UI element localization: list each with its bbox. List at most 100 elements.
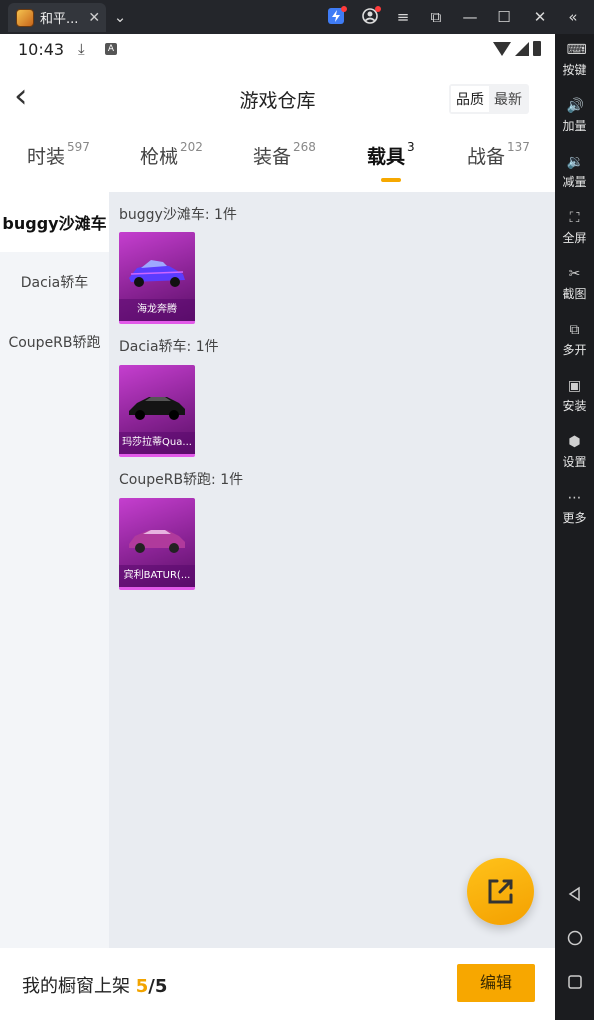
keyboard-icon: ⌨ <box>566 42 587 58</box>
nav-home-icon[interactable] <box>567 930 583 946</box>
tab-count: 137 <box>507 140 530 154</box>
tab-count: 268 <box>293 140 316 154</box>
sort-latest-button[interactable]: 最新 <box>489 86 527 112</box>
app-icon <box>16 8 34 27</box>
item-name: 宾利BATUR(... <box>119 565 195 587</box>
close-window-icon[interactable]: ✕ <box>530 7 550 27</box>
group-title: Dacia轿车: 1件 <box>119 339 219 355</box>
account-icon[interactable] <box>360 6 381 27</box>
scissors-icon: ✂ <box>568 266 581 282</box>
item-card[interactable]: 宾利BATUR(... <box>119 498 195 590</box>
item-card[interactable]: 海龙奔腾 <box>119 232 195 324</box>
item-list: buggy沙滩车: 1件 海龙奔腾 Dacia轿车: 1件 玛莎拉蒂Qua...… <box>109 192 555 948</box>
vehicle-image <box>129 530 185 553</box>
group-title: buggy沙滩车: 1件 <box>119 207 237 223</box>
toolbar-label: 截图 <box>562 287 587 301</box>
sidebar-item-coupe[interactable]: CoupeRB轿跑 <box>0 312 109 372</box>
minimize-icon[interactable]: — <box>460 7 480 27</box>
item-name: 玛莎拉蒂Qua... <box>119 432 195 454</box>
toolbar-more[interactable]: ⋯ 更多 <box>555 490 594 526</box>
toolbar-volume-down[interactable]: 🔉 减量 <box>555 154 594 190</box>
toolbar-volume-up[interactable]: 🔊 加量 <box>555 98 594 134</box>
active-tab-indicator <box>381 178 401 182</box>
vehicle-sidebar: buggy沙滩车 Dacia轿车 CoupeRB轿跑 <box>0 192 109 948</box>
tab-guns[interactable]: 枪械 202 <box>140 140 203 169</box>
tab-label: 战备 <box>467 146 506 168</box>
showcase-current: 5 <box>135 976 149 997</box>
item-name: 海龙奔腾 <box>119 299 195 321</box>
tab-gear[interactable]: 战备 137 <box>467 140 530 169</box>
download-icon: ⤓ <box>78 40 85 58</box>
tab-label: 载具 <box>367 146 406 168</box>
sidebar-item-buggy[interactable]: buggy沙滩车 <box>0 192 109 252</box>
toolbar-label: 减量 <box>562 175 587 189</box>
multi-instance-icon: ⧉ <box>569 322 580 338</box>
volume-down-icon: 🔉 <box>566 154 584 170</box>
toolbar-label: 安装 <box>562 399 587 413</box>
more-icon: ⋯ <box>567 490 582 506</box>
sidebar-item-dacia[interactable]: Dacia轿车 <box>0 252 109 312</box>
status-bar: 10:43 ⤓ A <box>0 34 555 64</box>
tab-label: 时装 <box>27 146 66 168</box>
toolbar-label: 设置 <box>562 455 587 469</box>
toolbar-install[interactable]: ▣ 安装 <box>555 378 594 414</box>
toolbar-settings[interactable]: ⬢ 设置 <box>555 434 594 470</box>
page-header: ‹ 游戏仓库 品质 最新 <box>0 78 555 118</box>
edit-button[interactable]: 编辑 <box>457 964 535 1002</box>
emulator-toolbar: ⌨ 按键 🔊 加量 🔉 减量 ⛶ 全屏 ✂ 截图 ⧉ 多开 ▣ 安装 ⬢ 设置 … <box>555 34 594 1020</box>
sort-quality-button[interactable]: 品质 <box>451 86 489 112</box>
showcase-total: /5 <box>148 976 168 997</box>
toolbar-label: 更多 <box>562 511 587 525</box>
showcase-label: 我的橱窗上架 5/5 <box>22 972 167 998</box>
tab-count: 597 <box>67 140 90 154</box>
signal-icon <box>515 41 529 56</box>
fullscreen-icon: ⛶ <box>569 210 580 226</box>
popout-icon[interactable]: ⧉ <box>426 7 446 27</box>
toolbar-screenshot[interactable]: ✂ 截图 <box>555 266 594 302</box>
notification-a-icon: A <box>105 43 117 55</box>
sort-toggle: 品质 最新 <box>449 84 529 114</box>
collapse-sidebar-icon[interactable]: « <box>563 7 583 27</box>
tab-vehicles[interactable]: 载具 3 <box>367 140 415 169</box>
nav-recents-icon[interactable] <box>567 974 583 990</box>
category-tabs: 时装 597 枪械 202 装备 268 载具 3 战备 137 <box>0 140 555 184</box>
item-card[interactable]: 玛莎拉蒂Qua... <box>119 365 195 457</box>
battery-icon <box>533 41 541 56</box>
nav-back-icon[interactable] <box>567 886 583 902</box>
showcase-text: 我的橱窗上架 <box>22 976 130 997</box>
vehicle-image <box>129 397 185 420</box>
status-indicators <box>493 41 541 56</box>
status-time: 10:43 <box>18 40 65 59</box>
emulator-titlebar: 和平... ✕ ⌄ ≡ ⧉ — ☐ ✕ « <box>0 0 594 34</box>
vehicle-image <box>129 260 185 287</box>
tab-fashion[interactable]: 时装 597 <box>27 140 90 169</box>
toolbar-label: 多开 <box>562 343 587 357</box>
gear-icon: ⬢ <box>568 434 581 450</box>
maximize-icon[interactable]: ☐ <box>494 7 514 27</box>
wifi-icon <box>493 41 511 56</box>
group-title: CoupeRB轿跑: 1件 <box>119 472 244 488</box>
tab-close-icon[interactable]: ✕ <box>88 10 100 26</box>
tab-label: 装备 <box>253 146 292 168</box>
boost-icon[interactable] <box>326 6 347 27</box>
menu-icon[interactable]: ≡ <box>393 7 413 27</box>
toolbar-label: 加量 <box>562 119 587 133</box>
tab-equipment[interactable]: 装备 268 <box>253 140 316 169</box>
tab-count: 202 <box>180 140 203 154</box>
tab-count: 3 <box>407 140 415 154</box>
share-icon <box>488 879 513 904</box>
apk-icon: ▣ <box>567 378 582 394</box>
share-button[interactable] <box>467 858 534 925</box>
toolbar-label: 全屏 <box>562 231 587 245</box>
toolbar-fullscreen[interactable]: ⛶ 全屏 <box>555 210 594 246</box>
tab-menu-chevron-icon[interactable]: ⌄ <box>110 7 130 27</box>
tab-title: 和平... <box>40 12 79 27</box>
showcase-bar: 我的橱窗上架 5/5 编辑 <box>0 948 555 1020</box>
toolbar-multi-instance[interactable]: ⧉ 多开 <box>555 322 594 358</box>
volume-up-icon: 🔊 <box>566 98 584 114</box>
toolbar-label: 按键 <box>562 63 587 77</box>
app-tab[interactable]: 和平... ✕ <box>8 3 106 32</box>
phone-screen: 10:43 ⤓ A ‹ 游戏仓库 品质 最新 时装 597 枪械 202 装备 268… <box>0 34 555 1020</box>
toolbar-keymap[interactable]: ⌨ 按键 <box>555 42 594 78</box>
tab-label: 枪械 <box>140 146 179 168</box>
